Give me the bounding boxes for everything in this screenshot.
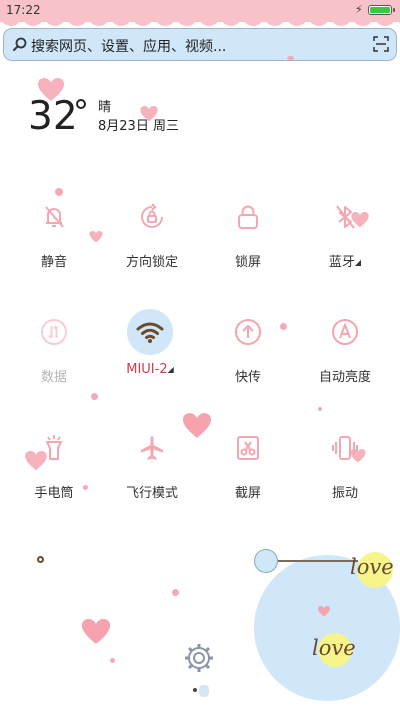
rotation-lock-icon bbox=[141, 203, 163, 228]
weather-condition: 晴 bbox=[98, 100, 112, 115]
toggle-screenshot[interactable]: 截屏 bbox=[203, 432, 293, 501]
love-text: love bbox=[312, 636, 356, 660]
toggle-label: 振动 bbox=[331, 486, 358, 501]
dot-decoration bbox=[110, 658, 115, 663]
mute-bell-icon bbox=[45, 206, 64, 228]
toggle-airplane-mode[interactable]: 飞行模式 bbox=[107, 432, 197, 501]
mobile-data-icon bbox=[41, 319, 67, 345]
search-bar[interactable]: 搜索网页、设置、应用、视频... bbox=[3, 28, 397, 61]
toggle-lock-screen[interactable]: 锁屏 bbox=[203, 201, 293, 270]
auto-brightness-icon bbox=[332, 319, 358, 345]
search-input[interactable]: 搜索网页、设置、应用、视频... bbox=[31, 36, 226, 56]
toggle-flashlight[interactable]: 手电筒 bbox=[9, 432, 99, 501]
toggle-label: 飞行模式 bbox=[125, 486, 178, 501]
toggle-auto-brightness[interactable]: 自动亮度 bbox=[300, 316, 390, 385]
charging-icon: ⚡ bbox=[355, 3, 363, 16]
cartoon-face-decoration bbox=[254, 549, 278, 573]
temperature: 32 bbox=[28, 94, 78, 139]
status-time: 17:22 bbox=[6, 3, 41, 17]
toggle-label: 截屏 bbox=[234, 486, 261, 501]
scan-icon[interactable] bbox=[373, 36, 389, 52]
lock-icon bbox=[238, 205, 258, 229]
toggle-label: 静音 bbox=[40, 255, 67, 270]
vibrate-icon bbox=[332, 436, 358, 460]
gear-icon[interactable] bbox=[184, 643, 214, 673]
toggle-quick-share[interactable]: 快传 bbox=[203, 316, 293, 385]
screenshot-icon bbox=[237, 436, 259, 460]
toggle-label: 锁屏 bbox=[234, 255, 261, 270]
quick-share-icon bbox=[235, 319, 261, 345]
toggle-label: 方向锁定 bbox=[125, 255, 178, 270]
degree-symbol bbox=[76, 99, 86, 109]
toggle-mobile-data[interactable]: 数据 bbox=[9, 316, 99, 385]
small-cartoon-decoration bbox=[199, 685, 209, 697]
toggle-label: 自动亮度 bbox=[318, 370, 371, 385]
dot-decoration bbox=[55, 188, 63, 196]
heart-decoration bbox=[318, 606, 330, 617]
expand-triangle-icon: ◢ bbox=[354, 258, 362, 267]
search-icon bbox=[13, 37, 27, 51]
flashlight-icon bbox=[46, 435, 62, 460]
toggle-vibrate[interactable]: 振动 bbox=[300, 432, 390, 501]
toggle-bluetooth[interactable]: 蓝牙◢ bbox=[300, 201, 390, 270]
string-line-decoration bbox=[268, 560, 358, 562]
dot-decoration bbox=[172, 589, 179, 596]
toggle-wifi[interactable]: MIUI-2◢ bbox=[105, 309, 195, 377]
toggle-label: 蓝牙◢ bbox=[328, 255, 362, 270]
love-text: love bbox=[350, 555, 394, 579]
toggle-label: 快传 bbox=[234, 370, 261, 385]
small-cartoon-decoration bbox=[193, 688, 197, 692]
expand-triangle-icon: ◢ bbox=[167, 365, 174, 374]
brown-dot-decoration bbox=[37, 556, 44, 563]
dot-decoration bbox=[287, 56, 294, 60]
dot-decoration bbox=[91, 393, 98, 400]
toggle-label: 数据 bbox=[40, 370, 67, 385]
battery-icon bbox=[368, 5, 395, 15]
heart-decoration bbox=[81, 619, 111, 644]
toggle-label: 手电筒 bbox=[34, 486, 74, 501]
wifi-icon bbox=[136, 322, 164, 343]
bluetooth-icon bbox=[336, 205, 355, 229]
airplane-icon bbox=[141, 436, 163, 460]
dot-decoration bbox=[318, 407, 322, 411]
toggle-rotation-lock[interactable]: 方向锁定 bbox=[107, 201, 197, 270]
toggle-label: MIUI-2◢ bbox=[126, 362, 174, 377]
toggle-mute[interactable]: 静音 bbox=[9, 201, 99, 270]
weather-date: 8月23日 周三 bbox=[98, 119, 179, 134]
